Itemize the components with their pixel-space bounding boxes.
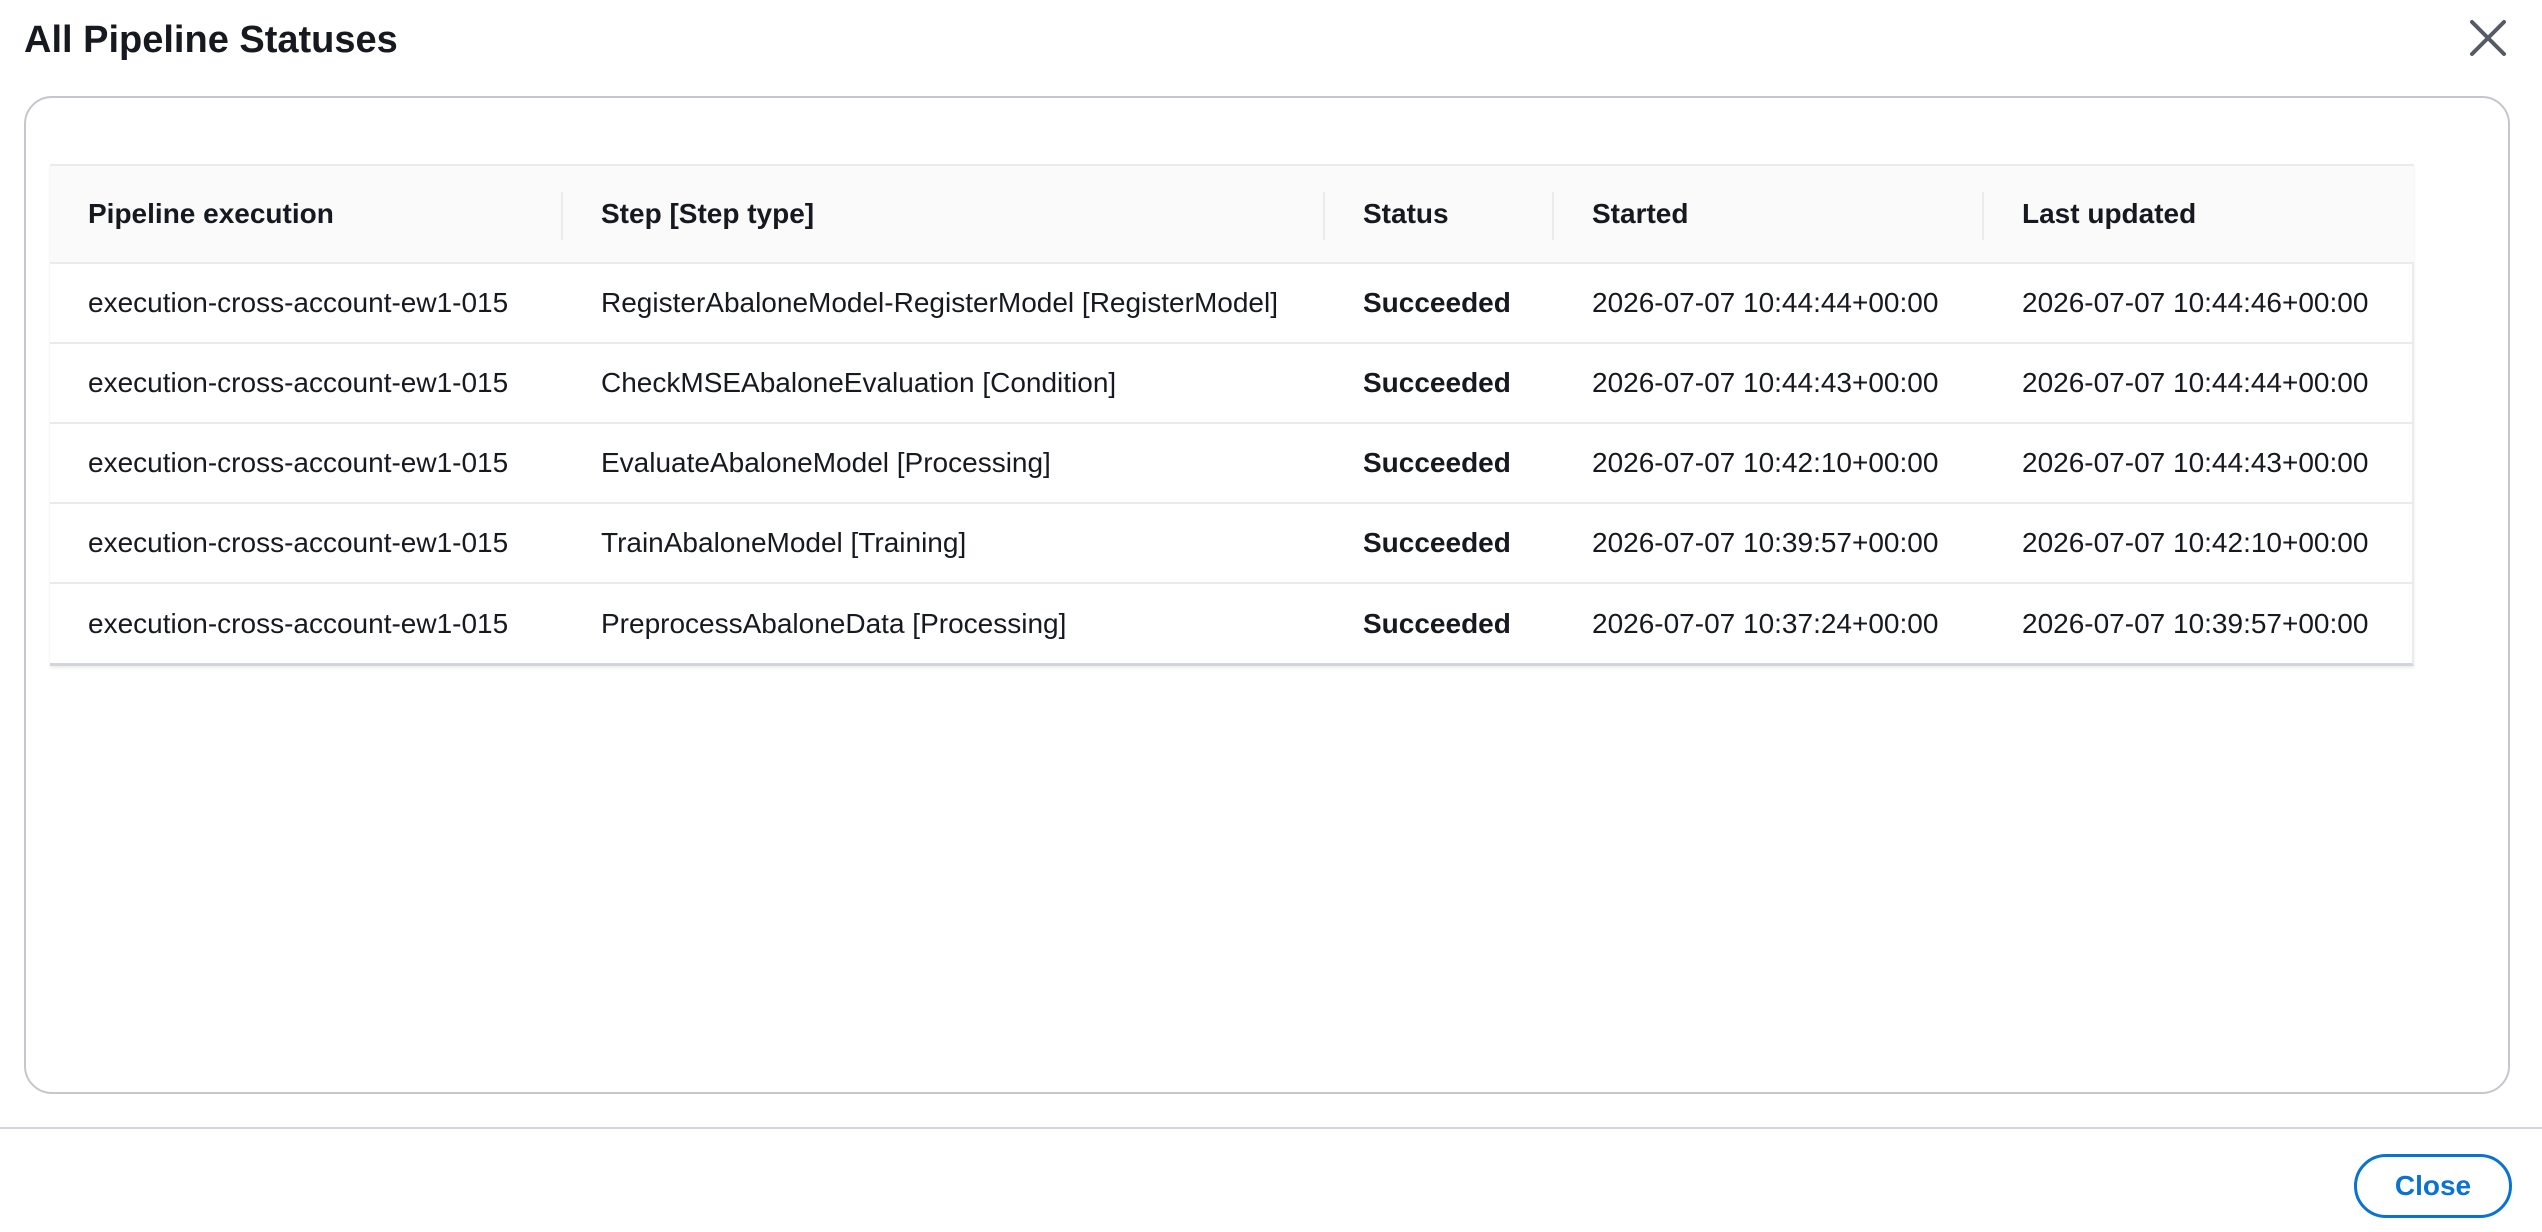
table-header-row: Pipeline execution Step [Step type] Stat… — [50, 165, 2414, 263]
cell-pipeline-execution: execution-cross-account-ew1-015 — [88, 287, 509, 318]
cell-pipeline-execution: execution-cross-account-ew1-015 — [88, 607, 509, 639]
modal-content-container: Pipeline execution Step [Step type] Stat… — [24, 96, 2510, 1094]
pipeline-status-table-container: Pipeline execution Step [Step type] Stat… — [50, 164, 2414, 666]
cell-status: Succeeded — [1363, 527, 1511, 558]
cell-step: RegisterAbaloneModel-RegisterModel [Regi… — [601, 287, 1278, 318]
cell-status: Succeeded — [1363, 367, 1511, 398]
close-button[interactable]: Close — [2354, 1154, 2512, 1218]
table-row: execution-cross-account-ew1-015 Preproce… — [50, 583, 2414, 663]
cell-status: Succeeded — [1363, 287, 1511, 318]
cell-started: 2026-07-07 10:44:43+00:00 — [1592, 367, 1939, 398]
cell-last-updated: 2026-07-07 10:44:43+00:00 — [2022, 447, 2369, 478]
cell-started: 2026-07-07 10:39:57+00:00 — [1592, 527, 1939, 558]
cell-status: Succeeded — [1363, 447, 1511, 478]
table-row: execution-cross-account-ew1-015 Evaluate… — [50, 423, 2414, 503]
column-header-pipeline-execution: Pipeline execution — [50, 165, 563, 263]
cell-started: 2026-07-07 10:37:24+00:00 — [1592, 607, 1939, 639]
column-header-started: Started — [1554, 165, 1984, 263]
cell-started: 2026-07-07 10:44:44+00:00 — [1592, 287, 1939, 318]
column-header-last-updated: Last updated — [2022, 198, 2197, 229]
cell-last-updated: 2026-07-07 10:42:10+00:00 — [2022, 527, 2369, 558]
cell-pipeline-execution: execution-cross-account-ew1-015 — [88, 447, 509, 478]
cell-step: PreprocessAbaloneData [Processing] — [601, 607, 1067, 639]
cell-step: EvaluateAbaloneModel [Processing] — [601, 447, 1051, 478]
modal-title: All Pipeline Statuses — [24, 19, 398, 61]
close-x-icon[interactable] — [2466, 16, 2510, 60]
cell-step: TrainAbaloneModel [Training] — [601, 527, 967, 558]
table-row: execution-cross-account-ew1-015 Register… — [50, 263, 2414, 343]
cell-status: Succeeded — [1363, 607, 1511, 639]
cell-last-updated: 2026-07-07 10:44:46+00:00 — [2022, 287, 2369, 318]
cell-step: CheckMSEAbaloneEvaluation [Condition] — [601, 367, 1117, 398]
table-row: execution-cross-account-ew1-015 TrainAba… — [50, 503, 2414, 583]
column-header-step: Step [Step type] — [563, 165, 1325, 263]
table-row: execution-cross-account-ew1-015 CheckMSE… — [50, 343, 2414, 423]
footer-divider — [0, 1127, 2542, 1129]
cell-started: 2026-07-07 10:42:10+00:00 — [1592, 447, 1939, 478]
cell-last-updated: 2026-07-07 10:44:44+00:00 — [2022, 367, 2369, 398]
column-header-status: Status — [1325, 165, 1554, 263]
cell-pipeline-execution: execution-cross-account-ew1-015 — [88, 527, 509, 558]
cell-pipeline-execution: execution-cross-account-ew1-015 — [88, 367, 509, 398]
cell-last-updated: 2026-07-07 10:39:57+00:00 — [2022, 607, 2369, 639]
pipeline-status-table: Pipeline execution Step [Step type] Stat… — [50, 164, 2414, 663]
modal-header: All Pipeline Statuses — [0, 0, 2542, 80]
